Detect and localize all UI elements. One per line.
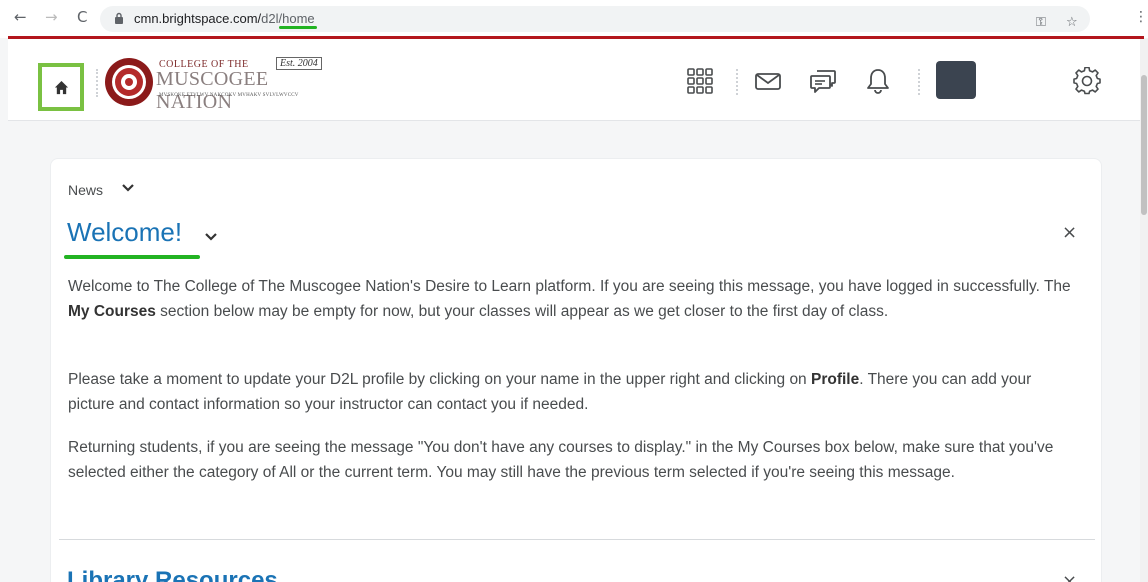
url-highlight	[279, 26, 317, 29]
home-icon	[54, 80, 68, 94]
bell-icon	[867, 69, 889, 94]
title-highlight	[64, 255, 200, 259]
waffle-icon	[687, 68, 713, 94]
news-paragraph-3: Returning students, if you are seeing th…	[68, 439, 1054, 481]
bold-text: Profile	[811, 371, 860, 388]
page-scrollbar[interactable]	[1140, 39, 1148, 582]
news-item-title[interactable]: Welcome!	[67, 217, 182, 248]
bold-text: My Courses	[68, 303, 156, 320]
logo-line2: MUSCOGEE NATION	[156, 68, 269, 113]
url-path-home: home	[282, 11, 315, 26]
key-icon[interactable]: ⚿	[1036, 15, 1046, 30]
chat-icon	[810, 70, 836, 93]
url-text: cmn.brightspace.com/d2l/home	[134, 11, 315, 26]
url-host: cmn.brightspace.com/	[134, 11, 262, 26]
news-paragraph-1: Welcome to The College of The Muscogee N…	[68, 274, 1078, 324]
home-button[interactable]	[38, 63, 84, 111]
college-seal-icon	[105, 58, 153, 106]
chevron-down-icon[interactable]	[204, 230, 218, 244]
url-path-d2l: d2l/	[261, 11, 283, 26]
college-logo[interactable]: COLLEGE OF THE Est. 2004 MUSCOGEE NATION…	[104, 57, 344, 113]
browser-toolbar: ← → C cmn.brightspace.com/d2l/home ⚿ ☆ ⋮	[0, 0, 1148, 38]
settings-button[interactable]	[1072, 66, 1102, 96]
forward-button[interactable]: →	[45, 8, 58, 26]
messages-button[interactable]	[753, 66, 783, 96]
reload-button[interactable]: C	[77, 8, 87, 26]
library-resources-title[interactable]: Library Resources	[67, 567, 278, 582]
star-icon[interactable]: ☆	[1066, 15, 1078, 30]
discussions-button[interactable]	[808, 66, 838, 96]
site-header: COLLEGE OF THE Est. 2004 MUSCOGEE NATION…	[8, 39, 1144, 121]
address-bar[interactable]: cmn.brightspace.com/d2l/home ⚿ ☆	[100, 6, 1090, 32]
paragraph-text: Please take a moment to update your D2L …	[68, 371, 811, 388]
notifications-button[interactable]	[863, 66, 893, 96]
divider	[59, 539, 1095, 540]
news-widget: News Welcome! × Welcome to The College o…	[50, 158, 1102, 582]
course-selector-button[interactable]	[685, 66, 715, 96]
browser-menu-icon[interactable]: ⋮	[1134, 9, 1148, 25]
paragraph-text: section below may be empty for now, but …	[155, 303, 889, 320]
separator	[918, 69, 920, 95]
news-paragraph-2: Please take a moment to update your D2L …	[68, 367, 1078, 417]
dismiss-news-button[interactable]: ×	[1062, 222, 1077, 243]
paragraph-text: Welcome to The College of The Muscogee N…	[68, 278, 1071, 295]
chevron-down-icon[interactable]	[121, 181, 135, 195]
user-avatar[interactable]	[936, 61, 976, 99]
lock-icon	[115, 12, 123, 24]
mail-icon	[755, 73, 781, 90]
gear-icon	[1073, 67, 1101, 95]
news-widget-title: News	[68, 182, 104, 198]
logo-line3: MVSKOKE ETVLWV NAKCOKV MVHAKV SVLVLWVCCV	[159, 93, 299, 98]
dismiss-library-button[interactable]: ×	[1062, 571, 1077, 582]
separator	[736, 69, 738, 95]
scrollbar-thumb[interactable]	[1141, 75, 1147, 215]
back-button[interactable]: ←	[14, 8, 27, 26]
separator	[96, 69, 98, 97]
